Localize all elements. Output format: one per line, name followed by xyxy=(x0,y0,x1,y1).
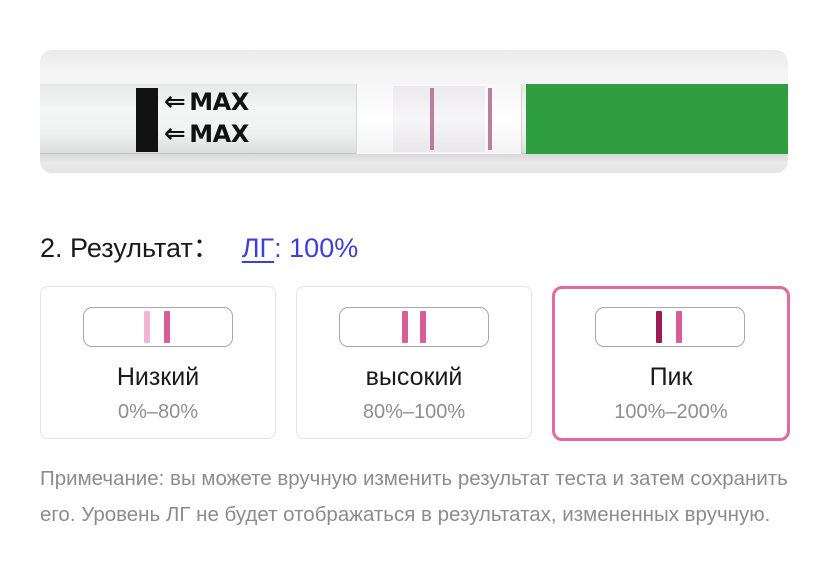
mini-strip-line xyxy=(164,311,170,343)
mini-strip-line xyxy=(420,311,426,343)
strip-shadow xyxy=(40,153,788,163)
max-mark-1: ⇐ MAX xyxy=(164,88,249,116)
max-label-1: MAX xyxy=(189,88,249,116)
max-label-2: MAX xyxy=(189,120,249,148)
strip-handle xyxy=(526,84,788,154)
result-heading: 2. Результат： ЛГ: 100% xyxy=(40,226,358,265)
manual-edit-note: Примечание: вы можете вручную изменить р… xyxy=(40,467,788,526)
mini-strip-line xyxy=(676,311,682,343)
result-prefix: 2. Результат： xyxy=(40,233,220,263)
mini-strip-icon xyxy=(595,307,745,347)
mini-strip-line xyxy=(402,311,408,343)
mini-strip-icon xyxy=(339,307,489,347)
mini-strip-line xyxy=(656,311,662,343)
mini-strip-icon xyxy=(83,307,233,347)
test-strip-photo: ⇐ MAX ⇐ MAX xyxy=(40,50,788,173)
max-mark-2: ⇐ MAX xyxy=(164,120,249,148)
option-card-low[interactable]: Низкий 0%–80% xyxy=(40,286,276,439)
result-value: ЛГ: 100% xyxy=(242,233,358,264)
option-card-peak[interactable]: Пик 100%–200% xyxy=(552,286,790,441)
left-arrow-icon: ⇐ xyxy=(164,119,186,149)
option-range: 0%–80% xyxy=(117,401,199,423)
option-label: Низкий xyxy=(116,363,200,391)
option-range: 80%–100% xyxy=(362,401,466,423)
max-marker-block xyxy=(136,88,158,152)
result-window-inner xyxy=(393,86,485,152)
lh-link[interactable]: ЛГ xyxy=(242,233,274,263)
option-label: Пик xyxy=(649,363,693,391)
result-window xyxy=(356,84,522,154)
option-range: 100%–200% xyxy=(614,401,728,423)
control-line xyxy=(430,88,434,150)
test-line xyxy=(488,88,492,150)
left-arrow-icon: ⇐ xyxy=(164,87,186,117)
result-percent: : 100% xyxy=(274,233,359,263)
option-card-high[interactable]: высокий 80%–100% xyxy=(296,286,532,439)
result-options: Низкий 0%–80% высокий 80%–100% Пик 100%–… xyxy=(40,286,790,441)
mini-strip-line xyxy=(144,311,150,343)
option-label: высокий xyxy=(365,363,463,391)
